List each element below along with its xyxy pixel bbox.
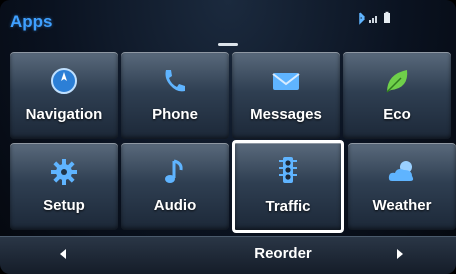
- app-messages-button[interactable]: Messages: [232, 52, 340, 139]
- tile-label: Messages: [250, 106, 322, 123]
- compass-icon: [51, 68, 77, 94]
- tile-label: Navigation: [25, 106, 103, 123]
- app-weather-button[interactable]: Weather: [348, 143, 456, 230]
- battery-icon: [384, 11, 390, 23]
- tile-label: Audio: [153, 197, 197, 214]
- bottom-bar: Reorder: [0, 236, 456, 274]
- tile-label: Eco: [383, 106, 411, 123]
- app-navigation-button[interactable]: Navigation: [10, 52, 118, 139]
- traffic-light-icon: [279, 157, 297, 183]
- tile-label: Weather: [372, 197, 432, 214]
- signal-icon: [369, 16, 377, 23]
- arrow-right-icon: [397, 249, 403, 259]
- app-audio-button[interactable]: Audio: [121, 143, 229, 230]
- music-note-icon: [165, 159, 183, 183]
- bluetooth-icon: [359, 12, 366, 25]
- tile-label: Traffic: [265, 198, 311, 215]
- tile-label: Phone: [152, 106, 198, 123]
- app-traffic-button[interactable]: Traffic: [232, 140, 344, 233]
- status-icons: [359, 11, 390, 25]
- page-title: Apps: [10, 12, 53, 31]
- app-eco-button[interactable]: Eco: [343, 52, 451, 139]
- previous-page-button[interactable]: [10, 237, 118, 271]
- leaf-icon: [386, 70, 408, 93]
- next-page-button[interactable]: [345, 237, 453, 271]
- envelope-icon: [272, 73, 300, 90]
- gear-icon: [51, 159, 77, 185]
- app-phone-button[interactable]: Phone: [121, 52, 229, 139]
- app-setup-button[interactable]: Setup: [10, 143, 118, 230]
- reorder-button[interactable]: Reorder: [228, 237, 338, 271]
- apps-screen: Apps Navigation Phone Messages Eco Setup…: [0, 0, 456, 274]
- phone-icon: [165, 70, 185, 92]
- arrow-left-icon: [60, 249, 66, 259]
- tile-label: Setup: [43, 197, 85, 214]
- page-indicator: [218, 43, 238, 46]
- cloud-sun-icon: [388, 161, 414, 181]
